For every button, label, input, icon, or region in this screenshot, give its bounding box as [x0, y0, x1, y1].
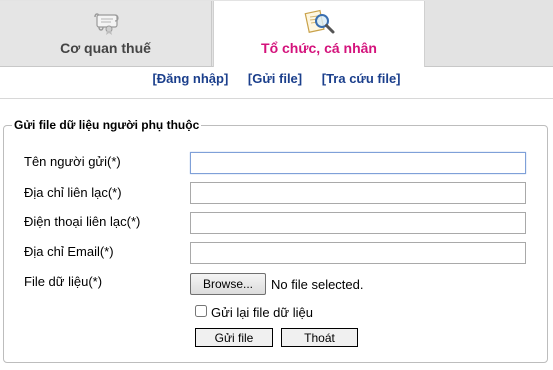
magnifier-document-icon — [304, 9, 335, 34]
fieldset-legend: Gửi file dữ liệu người phụ thuộc — [12, 118, 202, 132]
address-input[interactable] — [190, 182, 526, 204]
sender-name-label: Tên người gửi(*) — [24, 154, 121, 169]
sender-name-input[interactable] — [190, 152, 526, 174]
tab-organization[interactable]: Tổ chức, cá nhân — [213, 1, 425, 67]
login-link[interactable]: [Đăng nhập] — [152, 71, 228, 86]
tab-organization-label: Tổ chức, cá nhân — [261, 40, 377, 56]
resend-checkbox[interactable] — [195, 305, 207, 317]
email-input[interactable] — [190, 242, 526, 264]
no-file-status: No file selected. — [271, 277, 364, 292]
resend-label: Gửi lại file dữ liệu — [211, 305, 313, 320]
file-label: File dữ liệu(*) — [24, 274, 103, 289]
phone-label: Điện thoại liên lạc(*) — [24, 214, 141, 229]
exit-button[interactable]: Thoát — [281, 328, 358, 347]
send-file-link[interactable]: [Gửi file] — [248, 71, 302, 86]
tab-bar: Cơ quan thuế Tổ chức, cá nhân — [0, 0, 553, 67]
tab-tax-office[interactable]: Cơ quan thuế — [0, 1, 212, 66]
scroll-icon — [93, 13, 119, 35]
sub-navigation: [Đăng nhập] [Gửi file] [Tra cứu file] — [0, 71, 553, 86]
tab-tax-office-label: Cơ quan thuế — [60, 40, 151, 56]
divider — [0, 98, 553, 99]
lookup-file-link[interactable]: [Tra cứu file] — [322, 71, 401, 86]
address-label: Địa chỉ liên lạc(*) — [24, 185, 122, 200]
submit-button[interactable]: Gửi file — [195, 328, 273, 347]
phone-input[interactable] — [190, 212, 526, 234]
browse-button[interactable]: Browse... — [190, 273, 266, 295]
email-label: Địa chỉ Email(*) — [24, 244, 114, 259]
